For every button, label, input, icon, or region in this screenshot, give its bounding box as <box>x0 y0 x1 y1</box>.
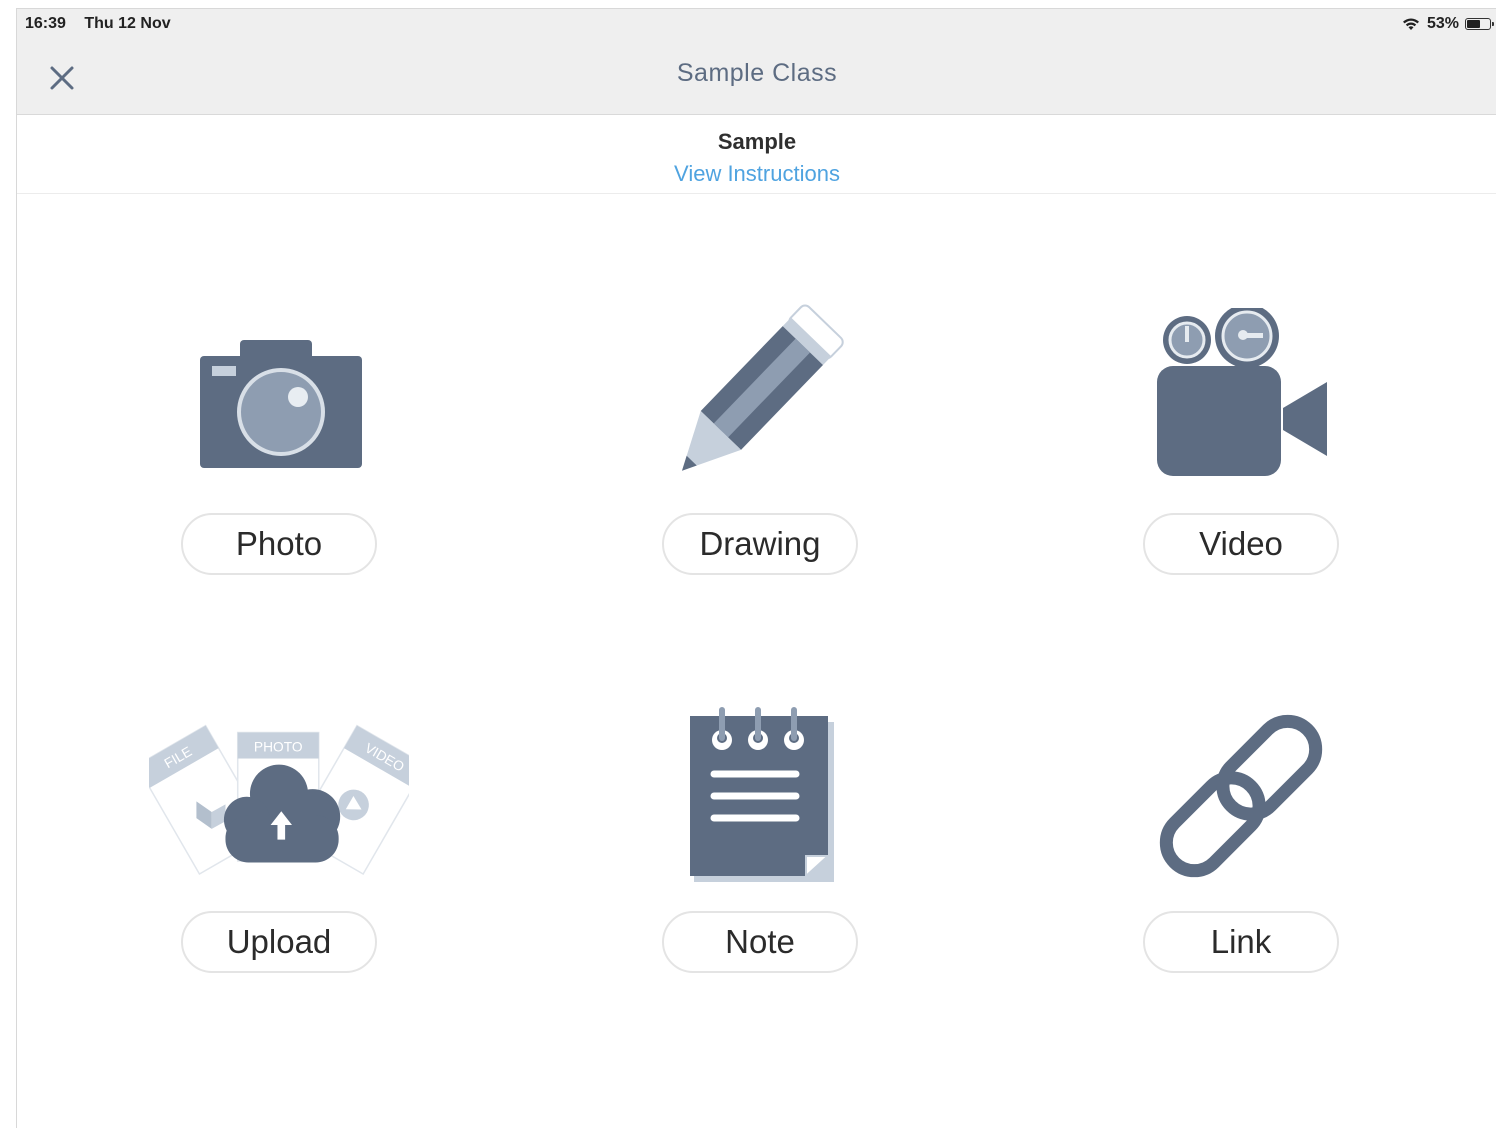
link-icon <box>1111 691 1371 901</box>
option-link[interactable]: Link <box>1111 691 1371 1031</box>
view-instructions-link[interactable]: View Instructions <box>17 161 1496 187</box>
photo-button[interactable]: Photo <box>181 513 377 575</box>
drawing-button[interactable]: Drawing <box>662 513 858 575</box>
link-button[interactable]: Link <box>1143 911 1339 973</box>
device-edge-left <box>0 0 16 1130</box>
notepad-icon <box>630 691 890 901</box>
top-bar: 16:39 Thu 12 Nov 53% Sample Class <box>17 9 1496 115</box>
status-date: Thu 12 Nov <box>84 15 171 32</box>
note-button[interactable]: Note <box>662 911 858 973</box>
app-screen: 16:39 Thu 12 Nov 53% Sample Class Sample… <box>16 8 1496 1128</box>
assignment-header: Sample View Instructions <box>17 115 1496 194</box>
battery-level <box>1467 20 1480 28</box>
option-upload[interactable]: FILE VIDEO PHOTO Upload <box>149 691 409 1031</box>
device-edge <box>0 0 1496 8</box>
status-bar-right: 53% <box>1401 14 1494 34</box>
option-drawing[interactable]: Drawing <box>630 293 890 633</box>
upload-button[interactable]: Upload <box>181 911 377 973</box>
wifi-icon <box>1402 18 1419 30</box>
battery-percent: 53% <box>1426 15 1459 32</box>
option-photo[interactable]: Photo <box>149 293 409 633</box>
status-bar-left: 16:39 Thu 12 Nov <box>25 15 185 33</box>
photo-card-label: PHOTO <box>254 740 303 755</box>
page-title: Sample Class <box>676 59 838 87</box>
status-time: 16:39 <box>25 15 66 32</box>
upload-cloud-icon: FILE VIDEO PHOTO <box>149 691 409 901</box>
battery-icon <box>1465 18 1494 30</box>
assignment-title: Sample <box>717 129 797 154</box>
video-camera-icon <box>1111 293 1371 503</box>
pencil-icon <box>630 293 890 503</box>
camera-icon <box>149 293 409 503</box>
option-note[interactable]: Note <box>630 691 890 1031</box>
video-button[interactable]: Video <box>1143 513 1339 575</box>
option-video[interactable]: Video <box>1111 293 1371 633</box>
